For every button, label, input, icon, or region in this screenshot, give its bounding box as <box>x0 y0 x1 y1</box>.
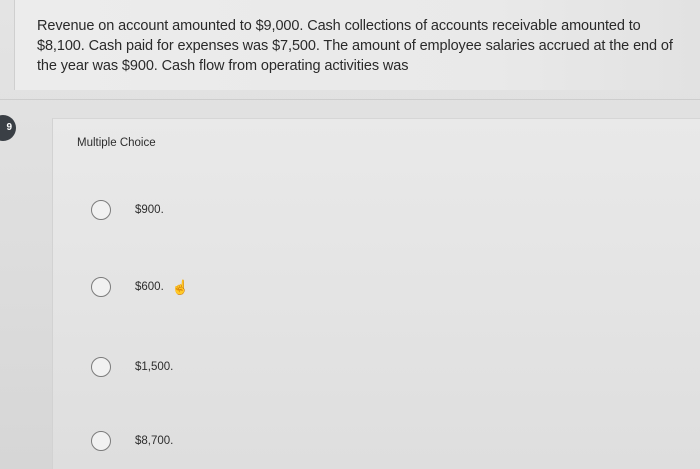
question-panel: Revenue on account amounted to $9,000. C… <box>14 0 700 90</box>
option-900[interactable]: $900. <box>91 198 164 222</box>
section-divider <box>0 99 700 100</box>
option-600[interactable]: $600. ☝ <box>91 275 189 299</box>
radio-button[interactable] <box>91 200 111 220</box>
option-label: $900. <box>135 204 164 216</box>
pointer-hand-icon: ☝ <box>171 279 190 295</box>
question-text: Revenue on account amounted to $9,000. C… <box>37 18 673 74</box>
quiz-screen: Revenue on account amounted to $9,000. C… <box>0 0 700 469</box>
option-label: $1,500. <box>135 361 174 373</box>
radio-button[interactable] <box>91 277 111 297</box>
answer-area: Multiple Choice $900. $600. ☝ $1,500. $8… <box>52 118 700 469</box>
radio-button[interactable] <box>91 357 111 377</box>
option-label: $8,700. <box>135 435 174 447</box>
option-1500[interactable]: $1,500. <box>91 355 173 379</box>
option-8700[interactable]: $8,700. <box>91 429 173 453</box>
question-type-label: Multiple Choice <box>77 137 156 149</box>
question-number-badge: 9 <box>0 115 16 141</box>
option-label: $600. <box>135 281 164 293</box>
radio-button[interactable] <box>91 431 111 451</box>
